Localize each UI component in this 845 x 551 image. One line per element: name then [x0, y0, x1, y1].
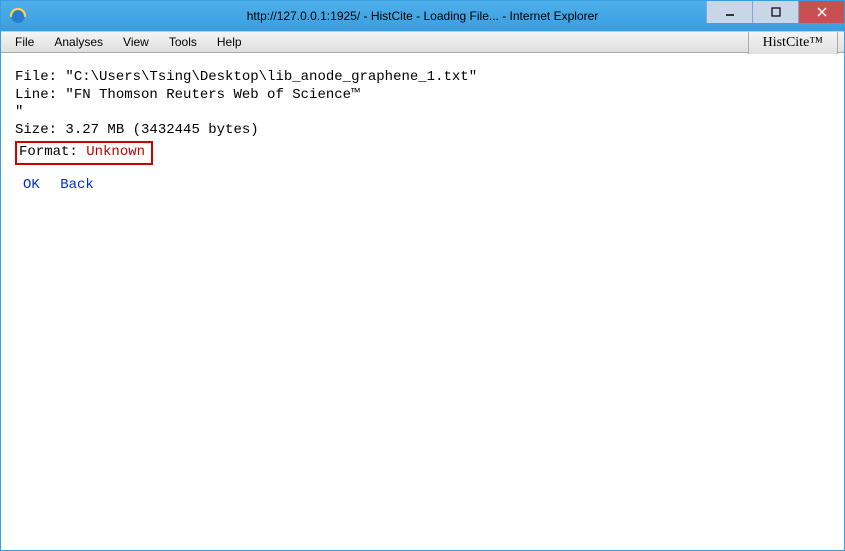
size-label: Size:: [15, 122, 65, 138]
menubar: File Analyses View Tools Help HistCite™: [1, 31, 844, 53]
menu-analyses[interactable]: Analyses: [44, 33, 113, 51]
line-label: Line:: [15, 87, 65, 103]
size-row: Size: 3.27 MB (3432445 bytes): [15, 122, 830, 140]
content-area: File: "C:\Users\Tsing\Desktop\lib_anode_…: [1, 53, 844, 210]
menu-help[interactable]: Help: [207, 33, 252, 51]
line-row: Line: "FN Thomson Reuters Web of Science…: [15, 87, 830, 105]
brand-label: HistCite™: [748, 32, 838, 54]
close-icon: [817, 7, 827, 17]
menu-file[interactable]: File: [5, 33, 44, 51]
ie-favicon: [9, 7, 27, 25]
line-value: "FN Thomson Reuters Web of Science™: [65, 87, 359, 103]
close-button[interactable]: [798, 1, 844, 23]
action-links: OK Back: [15, 177, 830, 195]
file-label: File:: [15, 69, 65, 85]
maximize-button[interactable]: [752, 1, 798, 23]
file-value: "C:\Users\Tsing\Desktop\lib_anode_graphe…: [65, 69, 477, 85]
file-row: File: "C:\Users\Tsing\Desktop\lib_anode_…: [15, 69, 830, 87]
menu-tools[interactable]: Tools: [159, 33, 207, 51]
maximize-icon: [771, 7, 781, 17]
format-value: Unknown: [86, 144, 145, 160]
window-title: http://127.0.0.1:1925/ - HistCite - Load…: [247, 9, 599, 23]
minimize-icon: [725, 7, 735, 17]
window-buttons: [706, 1, 844, 23]
window-titlebar: http://127.0.0.1:1925/ - HistCite - Load…: [1, 1, 844, 31]
format-label: Format:: [19, 144, 86, 160]
back-link[interactable]: Back: [60, 177, 94, 193]
format-row: Format: Unknown: [15, 141, 153, 165]
ok-link[interactable]: OK: [23, 177, 40, 193]
menu-view[interactable]: View: [113, 33, 159, 51]
size-value: 3.27 MB (3432445 bytes): [65, 122, 258, 138]
line-cont-row: ": [15, 104, 830, 122]
minimize-button[interactable]: [706, 1, 752, 23]
